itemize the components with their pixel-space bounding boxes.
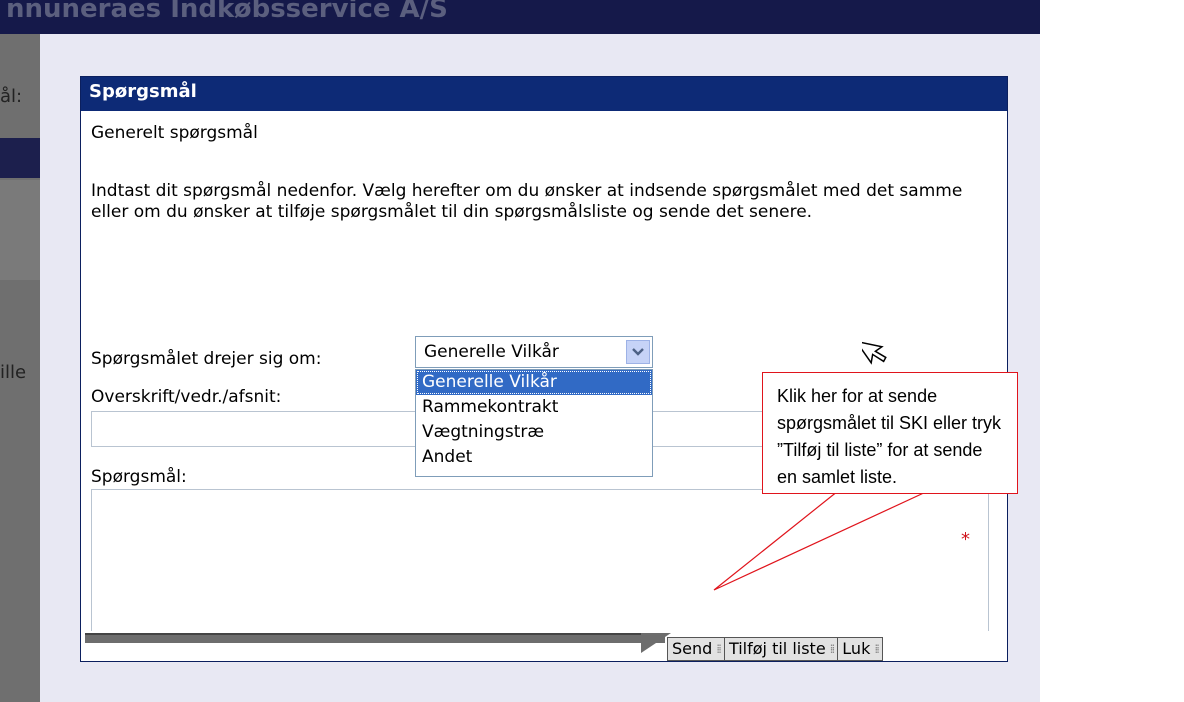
dialog-footer: Send ⁞⁞ Tilføj til liste ⁞⁞ Luk ⁞⁞ [81, 631, 1007, 661]
background-band [0, 138, 40, 178]
topic-select-value: Generelle Vilkår [424, 342, 559, 362]
topic-option[interactable]: Vægtningstræ [416, 420, 652, 445]
background-header: nnuneraes Indkøbsservice A/S [0, 0, 1040, 34]
add-to-list-button-label: Tilføj til liste [728, 639, 826, 658]
heading-label: Overskrift/vedr./afsnit: [91, 387, 282, 407]
dialog-subtitle: Generelt spørgsmål [91, 123, 258, 143]
background-label: ål: [0, 86, 23, 107]
close-button[interactable]: Luk ⁞⁞ [838, 638, 882, 660]
cursor-icon [862, 340, 887, 365]
grip-icon: ⁞⁞ [874, 642, 879, 656]
callout-text: Klik her for at sende spørgsmålet til SK… [777, 386, 1002, 487]
add-to-list-button[interactable]: Tilføj til liste ⁞⁞ [725, 638, 839, 660]
close-button-label: Luk [842, 639, 871, 658]
topic-select[interactable]: Generelle Vilkår [415, 336, 653, 368]
send-button-label: Send [672, 639, 713, 658]
footer-divider [85, 633, 665, 643]
callout-box: Klik her for at sende spørgsmålet til SK… [762, 372, 1018, 494]
topic-option[interactable]: Rammekontrakt [416, 395, 652, 420]
grip-icon: ⁞⁞ [716, 642, 721, 656]
footer-buttons: Send ⁞⁞ Tilføj til liste ⁞⁞ Luk ⁞⁞ [667, 637, 883, 661]
send-button[interactable]: Send ⁞⁞ [668, 638, 725, 660]
question-label: Spørgsmål: [91, 467, 187, 487]
background-title: nnuneraes Indkøbsservice A/S [6, 0, 448, 24]
required-icon: * [961, 529, 970, 550]
chevron-down-icon[interactable] [626, 340, 650, 364]
grip-icon: ⁞⁞ [829, 642, 835, 656]
topic-label: Spørgsmålet drejer sig om: [91, 349, 322, 369]
background-label: ille [0, 362, 27, 383]
topic-option[interactable]: Generelle Vilkår [416, 370, 652, 395]
background-strip [0, 180, 40, 280]
topic-dropdown-list[interactable]: Generelle Vilkår Rammekontrakt Vægtnings… [415, 369, 653, 477]
instructions-text: Indtast dit spørgsmål nedenfor. Vælg her… [91, 181, 963, 222]
dialog-title: Spørgsmål [81, 77, 1007, 111]
topic-option[interactable]: Andet [416, 445, 652, 470]
